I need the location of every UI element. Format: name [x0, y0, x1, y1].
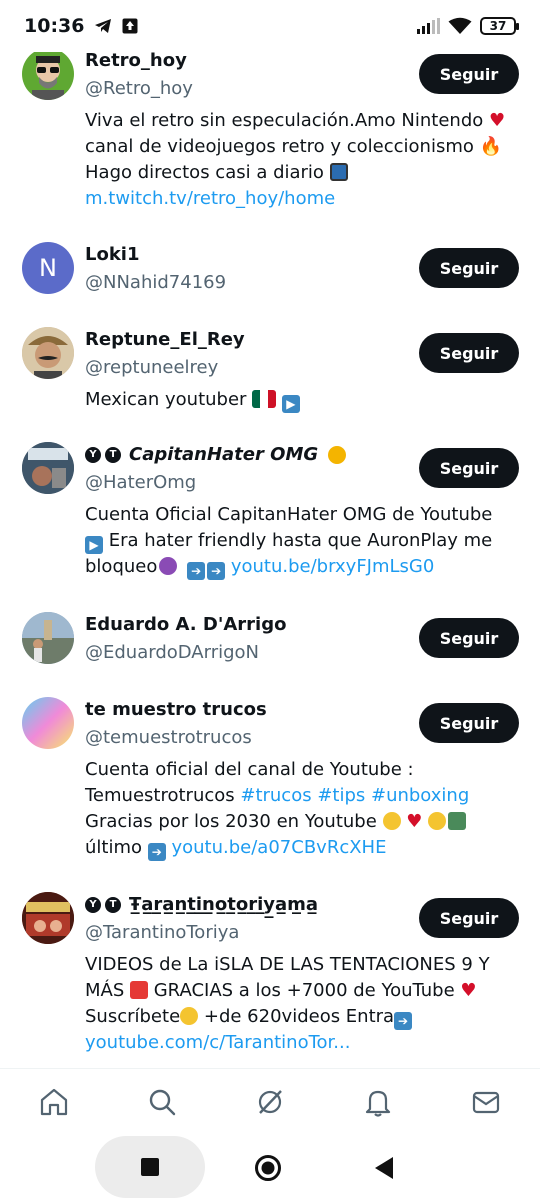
list-item[interactable]: Reptune_El_Rey @reptuneelrey Seguir Mexi… — [0, 325, 540, 440]
account-handle[interactable]: @EduardoDArrigoN — [85, 642, 259, 663]
who-to-follow-list: Retro_hoy @Retro_hoy Seguir Viva el retr… — [0, 40, 540, 1068]
bio-link[interactable]: youtu.be/a07CBvRcXHE — [171, 837, 386, 858]
nav-search[interactable] — [132, 1077, 192, 1127]
follow-button[interactable]: Seguir — [419, 703, 519, 743]
bio-link[interactable]: youtu.be/brxyFJmLsG0 — [231, 556, 434, 577]
avatar[interactable] — [22, 892, 74, 944]
teacher-emoji-icon — [448, 812, 467, 830]
home-button[interactable] — [248, 1148, 288, 1188]
circle-icon — [255, 1155, 281, 1181]
account-bio: VIDEOS de La iSLA DE LAS TENTACIONES 9 Y… — [85, 954, 490, 1053]
account-bio: Cuenta oficial del canal de Youtube : Te… — [85, 759, 470, 861]
recents-button[interactable] — [95, 1136, 205, 1198]
avatar[interactable] — [22, 48, 74, 100]
arrow-right-icon: ➔ — [187, 562, 206, 580]
account-handle[interactable]: @NNahid74169 — [85, 272, 226, 293]
follow-button[interactable]: Seguir — [419, 618, 519, 658]
list-item[interactable]: te muestro trucos @temuestrotrucos Segui… — [0, 695, 540, 890]
account-handle[interactable]: @HaterOmg — [85, 472, 196, 493]
account-handle[interactable]: @temuestrotrucos — [85, 727, 252, 748]
hero-emoji-icon — [328, 445, 347, 464]
status-bar: 10:36 37 — [0, 0, 540, 52]
list-item[interactable]: Y T Ŧ̲a̲r̲a̲n̲t̲i̲n̲o̲t̲o̲r̲i̲y̲a̲m̲a̲ @… — [0, 890, 540, 1068]
avatar[interactable]: N — [22, 242, 74, 294]
messages-icon — [472, 1091, 500, 1113]
follow-button[interactable]: Seguir — [419, 248, 519, 288]
follow-button[interactable]: Seguir — [419, 448, 519, 488]
star-eyes-emoji-icon — [382, 812, 401, 830]
bottom-navigation — [0, 1068, 540, 1134]
account-name[interactable]: Y T CapitanHater OMG — [85, 444, 347, 465]
account-handle[interactable]: @TarantinoToriya — [85, 922, 239, 943]
list-item[interactable]: Retro_hoy @Retro_hoy Seguir Viva el retr… — [0, 40, 540, 240]
play-button-icon: ▶ — [85, 536, 103, 554]
follow-button[interactable]: Seguir — [419, 333, 519, 373]
heart-emoji-icon: ♥ — [489, 110, 506, 131]
signal-icon — [417, 18, 440, 34]
bio-hashtags[interactable]: #trucos #tips #unboxing — [240, 785, 469, 806]
gift-emoji-icon — [130, 981, 148, 999]
follow-button[interactable]: Seguir — [419, 898, 519, 938]
account-name[interactable]: Reptune_El_Rey — [85, 329, 245, 350]
arrow-right-icon: ➔ — [207, 562, 226, 580]
ok-hand-emoji-icon — [180, 1007, 199, 1025]
grok-icon — [258, 1089, 282, 1114]
account-name[interactable]: te muestro trucos — [85, 699, 267, 720]
battery-indicator: 37 — [480, 17, 519, 35]
play-button-icon: ▶ — [281, 395, 300, 413]
account-bio: Mexican youtuber ▶ — [85, 387, 515, 413]
account-bio: Viva el retro sin especulación.Amo Ninte… — [85, 110, 506, 209]
bio-link[interactable]: youtube.com/c/TarantinoTor... — [85, 1032, 350, 1053]
letter-t-badge-icon: T — [105, 446, 121, 463]
wink-emoji-icon — [428, 812, 447, 830]
nav-grok[interactable] — [240, 1077, 300, 1127]
avatar[interactable] — [22, 327, 74, 379]
system-navigation-bar — [0, 1134, 540, 1200]
account-bio: Cuenta Oficial CapitanHater OMG de Youtu… — [85, 504, 493, 580]
search-icon — [149, 1089, 176, 1115]
mexico-flag-icon — [252, 390, 277, 408]
account-name[interactable]: Retro_hoy — [85, 50, 187, 71]
account-name[interactable]: Eduardo A. D'Arrigo — [85, 614, 286, 635]
account-name[interactable]: Loki1 — [85, 244, 140, 265]
follow-button[interactable]: Seguir — [419, 54, 519, 94]
back-button[interactable] — [364, 1148, 404, 1188]
bio-link[interactable]: m.twitch.tv/retro_hoy/home — [85, 188, 335, 209]
letter-y-badge-icon: Y — [85, 896, 101, 913]
nav-notifications[interactable] — [348, 1077, 408, 1127]
wifi-icon — [448, 17, 472, 34]
upload-notification-icon — [122, 18, 138, 34]
back-triangle-icon — [375, 1157, 393, 1179]
avatar[interactable] — [22, 612, 74, 664]
devil-emoji-icon — [159, 557, 178, 575]
nav-messages[interactable] — [456, 1077, 516, 1127]
tv-emoji-icon — [329, 163, 348, 181]
square-icon — [141, 1158, 159, 1176]
telegram-icon — [95, 19, 112, 33]
arrow-right-icon: ➔ — [147, 843, 166, 861]
status-time: 10:36 — [24, 15, 85, 37]
account-name[interactable]: Y T Ŧ̲a̲r̲a̲n̲t̲i̲n̲o̲t̲o̲r̲i̲y̲a̲m̲a̲ — [85, 894, 318, 915]
heart-emoji-icon: ♥ — [400, 811, 429, 832]
letter-y-badge-icon: Y — [85, 446, 101, 463]
letter-t-badge-icon: T — [105, 896, 121, 913]
home-icon — [40, 1088, 68, 1115]
list-item[interactable]: N Loki1 @NNahid74169 Seguir — [0, 240, 540, 325]
account-handle[interactable]: @reptuneelrey — [85, 357, 218, 378]
nav-home[interactable] — [24, 1077, 84, 1127]
list-item[interactable]: Eduardo A. D'Arrigo @EduardoDArrigoN Seg… — [0, 610, 540, 695]
avatar[interactable] — [22, 697, 74, 749]
heart-emoji-icon: ♥ — [460, 980, 477, 1001]
avatar[interactable] — [22, 442, 74, 494]
notifications-icon — [365, 1090, 391, 1117]
arrow-right-icon: ➔ — [394, 1012, 413, 1030]
list-item[interactable]: Y T CapitanHater OMG @HaterOmg Seguir Cu… — [0, 440, 540, 610]
fire-emoji-icon: 🔥 — [479, 136, 503, 157]
account-handle[interactable]: @Retro_hoy — [85, 78, 193, 99]
